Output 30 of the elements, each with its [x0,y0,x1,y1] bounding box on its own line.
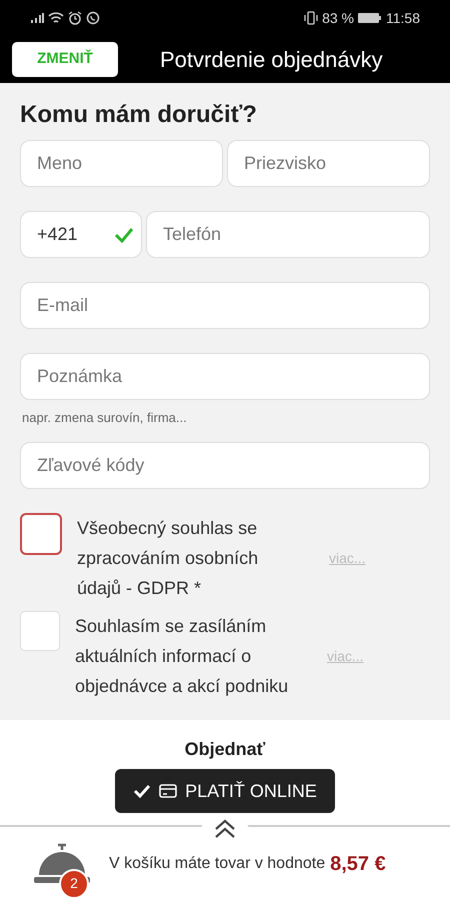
first-name-field[interactable]: Meno [20,140,223,187]
consent-label: Všeobecný souhlas se zpracováním osobních údajů - GDPR * [77,517,260,600]
pay-online-button[interactable]: PLATIŤ ONLINE [115,769,335,814]
consent-checkbox[interactable] [20,611,60,652]
last-name-field[interactable]: Priezvisko [227,140,430,187]
note-field[interactable]: Poznámka [20,352,430,400]
discount-code-field[interactable]: Zľavové kódy [20,442,430,490]
signal-icon [30,12,44,24]
chat-icon [86,11,100,25]
change-button[interactable]: ZMENIŤ [12,42,118,77]
phone-field[interactable]: Telefón [146,210,430,258]
chevrons-up-icon [214,819,236,839]
cart-total: 8,57 € [330,852,386,876]
battery-icon [358,12,382,24]
email-field[interactable]: E-mail [20,282,430,329]
note-hint: napr. zmena surovín, firma... [22,408,188,427]
page-title: Potvrdenie objednávky [160,46,383,74]
phone-prefix-field[interactable]: +421 [20,210,142,258]
check-icon [133,784,152,798]
cart-summary: V košíku máte tovar v hodnote [109,854,326,874]
consent-label: Souhlasím se zasíláním aktuálních informací o objednávce a akcí podniku [75,615,290,698]
clock: 11:58 [386,8,420,28]
alarm-icon [68,11,82,25]
battery-percent: 83 % [322,8,354,28]
card-icon [159,784,178,798]
wifi-icon [48,12,64,24]
vibrate-icon [304,11,318,25]
form-heading: Komu mám doručiť? [20,101,258,130]
cart-count-badge: 2 [59,868,89,898]
order-title: Objednať [184,738,266,762]
